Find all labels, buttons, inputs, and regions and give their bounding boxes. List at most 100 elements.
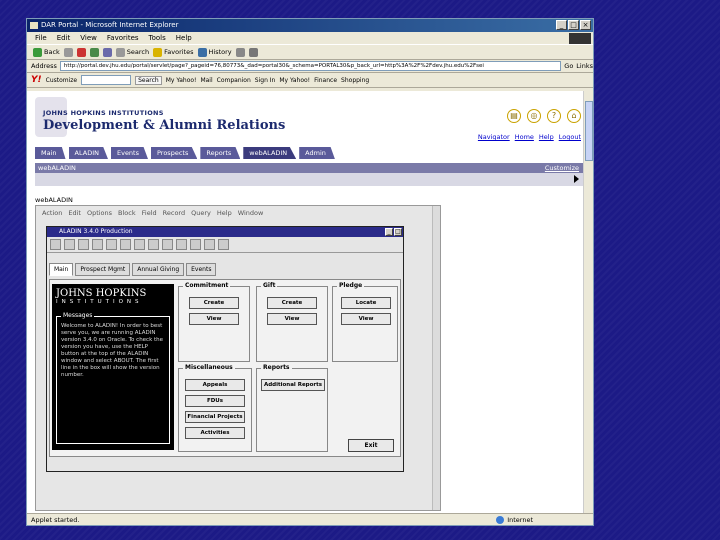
financial-projects-button[interactable]: Financial Projects	[185, 411, 245, 423]
appeals-button[interactable]: Appeals	[185, 379, 245, 391]
history-icon	[197, 47, 207, 57]
applet-menu-item[interactable]: Action	[42, 209, 62, 217]
menu-edit[interactable]: Edit	[57, 32, 71, 44]
fdus-button[interactable]: FDUs	[185, 395, 245, 407]
aladin-tabs: Main Prospect Mgmt Annual Giving Events	[49, 263, 217, 276]
delete-record-icon[interactable]	[190, 239, 201, 250]
home-button[interactable]	[102, 47, 112, 57]
navigator-link[interactable]: Navigator	[478, 133, 510, 141]
pledge-view-button[interactable]: View	[341, 313, 391, 325]
yahoo-logo[interactable]: Y!	[31, 75, 42, 85]
applet-menu-item[interactable]: Field	[142, 209, 157, 217]
tab-events[interactable]: Events	[110, 147, 148, 159]
gift-view-button[interactable]: View	[267, 313, 317, 325]
aladin-tab-events[interactable]: Events	[186, 263, 217, 276]
yahoo-search-button[interactable]: Search	[135, 75, 162, 85]
commitment-create-button[interactable]: Create	[189, 297, 239, 309]
tab-reports[interactable]: Reports	[200, 147, 241, 159]
commitment-view-button[interactable]: View	[189, 313, 239, 325]
tab-aladin[interactable]: ALADIN	[68, 147, 108, 159]
yahoo-item[interactable]: Companion	[217, 77, 251, 84]
applet-menu-item[interactable]: Query	[191, 209, 211, 217]
tab-webaladin[interactable]: webALADIN	[243, 147, 297, 159]
minimize-button[interactable]: _	[556, 20, 567, 30]
aladin-tab-prospect-mgmt[interactable]: Prospect Mgmt	[75, 263, 131, 276]
aladin-maximize-button[interactable]: □	[394, 228, 402, 236]
applet-menu-item[interactable]: Options	[87, 209, 112, 217]
mail-icon	[235, 47, 245, 57]
yahoo-search-input[interactable]	[81, 75, 132, 85]
print-icon[interactable]	[64, 239, 75, 250]
yahoo-item[interactable]: Mail	[200, 77, 212, 84]
exit-icon[interactable]	[78, 239, 89, 250]
page-scrollbar[interactable]	[583, 91, 593, 515]
yahoo-item[interactable]: My Yahoo!	[166, 77, 197, 84]
print-button[interactable]	[248, 47, 258, 57]
activities-button[interactable]: Activities	[185, 427, 245, 439]
yahoo-customize[interactable]: Customize	[46, 77, 78, 84]
tab-prospects[interactable]: Prospects	[151, 147, 198, 159]
help-icon[interactable]: ?	[547, 109, 561, 123]
globe-icon[interactable]: ◎	[527, 109, 541, 123]
applet-scrollbar[interactable]	[432, 206, 440, 510]
cut-icon[interactable]	[92, 239, 103, 250]
close-button[interactable]: ×	[580, 20, 591, 30]
forward-button[interactable]	[63, 47, 73, 57]
yahoo-item[interactable]: Sign In	[255, 77, 276, 84]
tab-admin[interactable]: Admin	[299, 147, 335, 159]
yahoo-item[interactable]: My Yahoo!	[279, 77, 310, 84]
insert-record-icon[interactable]	[176, 239, 187, 250]
favorites-button[interactable]: Favorites	[153, 47, 194, 57]
applet-menu-item[interactable]: Help	[217, 209, 232, 217]
menu-view[interactable]: View	[80, 32, 97, 44]
book-icon[interactable]: ▤	[507, 109, 521, 123]
applet-menu: Action Edit Options Block Field Record Q…	[42, 209, 263, 217]
save-icon[interactable]	[50, 239, 61, 250]
go-button[interactable]: Go	[564, 62, 573, 70]
menu-favorites[interactable]: Favorites	[107, 32, 139, 44]
home-link[interactable]: Home	[515, 133, 534, 141]
yahoo-item[interactable]: Shopping	[341, 77, 369, 84]
play-arrow-icon[interactable]	[574, 175, 579, 183]
logout-link[interactable]: Logout	[559, 133, 581, 141]
applet-menu-item[interactable]: Block	[118, 209, 136, 217]
next-record-icon[interactable]	[162, 239, 173, 250]
browser-window: DAR Portal - Microsoft Internet Explorer…	[26, 18, 594, 526]
maximize-button[interactable]: □	[568, 20, 579, 30]
aladin-tab-annual-giving[interactable]: Annual Giving	[132, 263, 185, 276]
additional-reports-button[interactable]: Additional Reports	[261, 379, 325, 391]
aladin-minimize-button[interactable]: _	[385, 228, 393, 236]
address-input[interactable]: http://portal.dev.jhu.edu/portal/servlet…	[59, 61, 562, 71]
applet-menu-item[interactable]: Window	[238, 209, 264, 217]
history-button[interactable]: History	[197, 47, 232, 57]
customize-link[interactable]: Customize	[545, 163, 579, 173]
scroll-thumb[interactable]	[585, 101, 593, 161]
refresh-button[interactable]	[89, 47, 99, 57]
copy-icon[interactable]	[106, 239, 117, 250]
applet-menu-item[interactable]: Record	[163, 209, 185, 217]
prev-record-icon[interactable]	[148, 239, 159, 250]
mail-button[interactable]	[235, 47, 245, 57]
menu-help[interactable]: Help	[176, 32, 192, 44]
paste-icon[interactable]	[120, 239, 131, 250]
help-link[interactable]: Help	[539, 133, 554, 141]
yahoo-item[interactable]: Finance	[314, 77, 337, 84]
brand-panel: JOHNS HOPKINS INSTITUTIONS Messages Welc…	[52, 284, 174, 450]
exit-button[interactable]: Exit	[348, 439, 394, 452]
back-button[interactable]: Back	[33, 47, 60, 57]
applet-menu-item[interactable]: Edit	[68, 209, 81, 217]
aladin-tab-main[interactable]: Main	[49, 263, 74, 276]
pledge-locate-button[interactable]: Locate	[341, 297, 391, 309]
menu-file[interactable]: File	[35, 32, 47, 44]
gift-create-button[interactable]: Create	[267, 297, 317, 309]
help-icon[interactable]	[204, 239, 215, 250]
menu-tools[interactable]: Tools	[149, 32, 166, 44]
search-button[interactable]: Search	[115, 47, 149, 57]
status-text: Applet started.	[31, 516, 80, 524]
window-icon[interactable]	[218, 239, 229, 250]
stop-button[interactable]	[76, 47, 86, 57]
home-icon[interactable]: ⌂	[567, 109, 581, 123]
query-icon[interactable]	[134, 239, 145, 250]
tab-main[interactable]: Main	[35, 147, 66, 159]
links-button[interactable]: Links	[576, 62, 593, 70]
